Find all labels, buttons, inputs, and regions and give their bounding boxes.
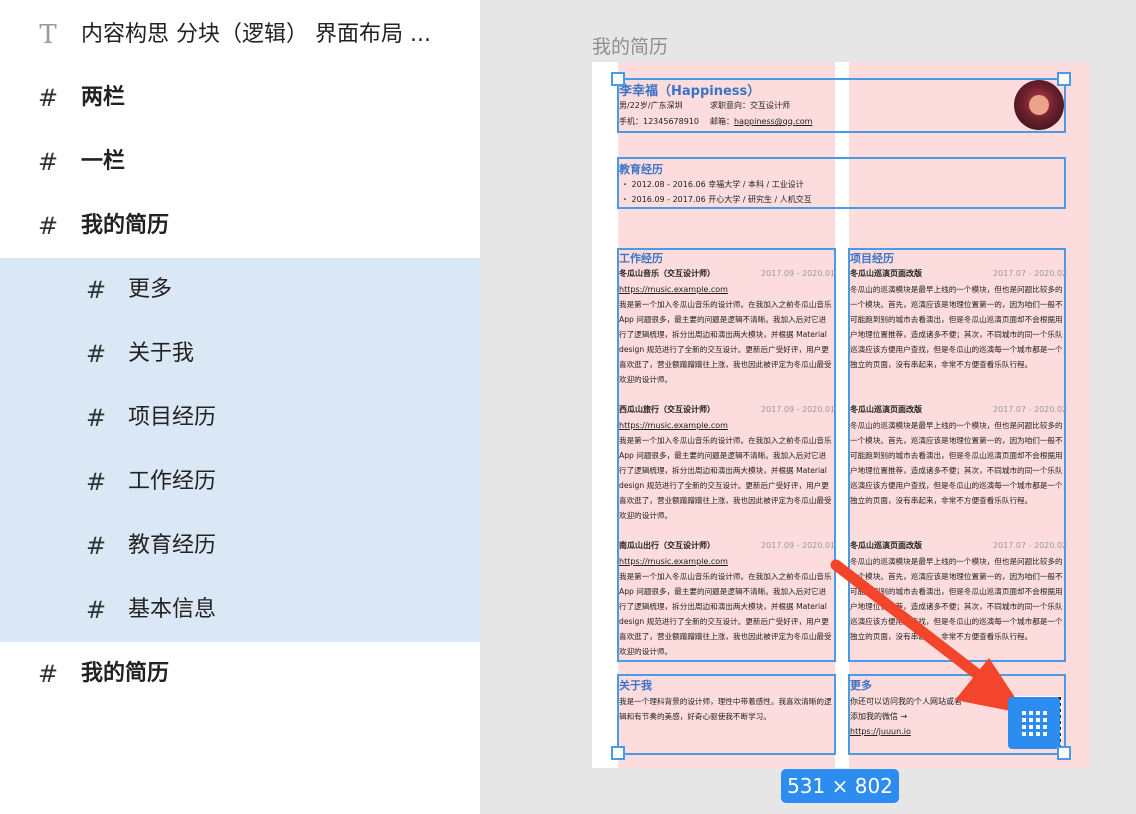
grid-dot (1029, 711, 1033, 715)
arrow-shaft (830, 559, 996, 690)
resize-handle-top-left[interactable] (611, 72, 625, 86)
grid-dot (1043, 732, 1047, 736)
resize-handle-bottom-right[interactable] (1057, 746, 1071, 760)
grid-dot (1029, 725, 1033, 729)
grid-dot (1029, 732, 1033, 736)
grid-dot (1043, 725, 1047, 729)
grid-dot (1022, 718, 1026, 722)
grid-dot (1022, 732, 1026, 736)
grid-dot (1036, 718, 1040, 722)
grid-dot (1036, 725, 1040, 729)
resize-handle-top-right[interactable] (1057, 72, 1071, 86)
annotation-arrow-icon (830, 559, 1026, 714)
grid-dot (1029, 718, 1033, 722)
grid-menu-button[interactable] (1008, 697, 1060, 749)
grid-dot (1036, 732, 1040, 736)
grid-dot (1036, 711, 1040, 715)
grid-dot (1022, 725, 1026, 729)
grid-dot (1043, 718, 1047, 722)
resize-handle-bottom-left[interactable] (611, 746, 625, 760)
grid-dot (1043, 711, 1047, 715)
dimension-badge: 531 × 802 (781, 769, 899, 803)
grid-dot (1022, 711, 1026, 715)
